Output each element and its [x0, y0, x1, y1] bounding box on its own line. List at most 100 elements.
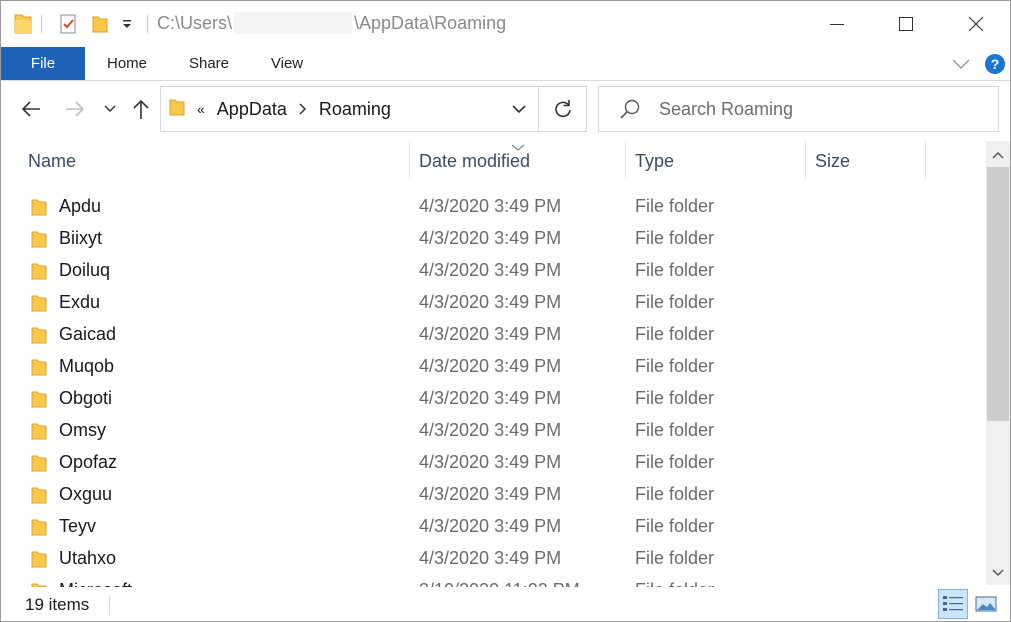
- recent-locations-button[interactable]: [101, 95, 119, 123]
- file-name[interactable]: Apdu: [59, 196, 101, 217]
- column-header-date-modified[interactable]: Date modified: [419, 139, 530, 181]
- folder-icon: [31, 197, 47, 222]
- details-view-icon: [943, 596, 963, 611]
- scroll-up-button[interactable]: [986, 143, 1010, 167]
- help-button[interactable]: ?: [984, 47, 1006, 80]
- file-date-modified: 4/3/2020 3:49 PM: [419, 548, 562, 568]
- arrow-up-icon: [133, 99, 149, 119]
- file-name[interactable]: Gaicad: [59, 324, 116, 345]
- expand-ribbon-button[interactable]: [951, 47, 971, 80]
- folder-icon: [31, 485, 47, 510]
- folder-icon: [31, 261, 47, 286]
- status-bar: 19 items: [1, 587, 1010, 621]
- column-divider[interactable]: [925, 141, 926, 179]
- file-type: File folder: [635, 292, 715, 312]
- file-date-modified: 4/3/2020 3:49 PM: [419, 516, 562, 536]
- file-row[interactable]: Muqob 4/3/2020 3:49 PM File folder: [1, 351, 985, 383]
- file-row[interactable]: Oxguu 4/3/2020 3:49 PM File folder: [1, 479, 985, 511]
- redacted-username: [234, 12, 353, 35]
- tab-file[interactable]: File: [1, 47, 85, 80]
- folder-icon: [169, 97, 185, 122]
- breadcrumb-overflow[interactable]: «: [197, 101, 205, 117]
- minimize-button[interactable]: [814, 1, 860, 47]
- file-row[interactable]: Omsy 4/3/2020 3:49 PM File folder: [1, 415, 985, 447]
- properties-icon[interactable]: [59, 11, 79, 37]
- chevron-down-icon: [992, 569, 1004, 577]
- breadcrumb: « AppData Roaming: [169, 87, 391, 131]
- vertical-scrollbar[interactable]: [986, 141, 1010, 585]
- breadcrumb-roaming[interactable]: Roaming: [319, 99, 391, 120]
- file-row[interactable]: Exdu 4/3/2020 3:49 PM File folder: [1, 287, 985, 319]
- file-name[interactable]: Teyv: [59, 516, 96, 537]
- folder-icon: [31, 389, 47, 414]
- title-path-suffix: \AppData\Roaming: [354, 12, 507, 33]
- file-name[interactable]: Obgoti: [59, 388, 112, 409]
- file-row[interactable]: Utahxo 4/3/2020 3:49 PM File folder: [1, 543, 985, 575]
- column-header-name[interactable]: Name: [28, 139, 76, 181]
- file-type: File folder: [635, 548, 715, 568]
- file-type: File folder: [635, 420, 715, 440]
- folder-icon: [31, 453, 47, 478]
- maximize-icon: [899, 17, 913, 31]
- scroll-down-button[interactable]: [986, 561, 1010, 585]
- search-icon: [619, 98, 641, 125]
- address-dropdown-button[interactable]: [512, 87, 526, 131]
- close-button[interactable]: [953, 1, 999, 47]
- tab-view[interactable]: View: [263, 47, 311, 80]
- tab-home[interactable]: Home: [97, 47, 157, 80]
- folder-icon: [31, 325, 47, 350]
- file-row[interactable]: Biixyt 4/3/2020 3:49 PM File folder: [1, 223, 985, 255]
- back-button[interactable]: [17, 95, 45, 123]
- column-divider[interactable]: [805, 141, 806, 179]
- refresh-icon: [554, 100, 571, 118]
- file-name[interactable]: Omsy: [59, 420, 106, 441]
- file-type: File folder: [635, 388, 715, 408]
- file-name[interactable]: Oxguu: [59, 484, 112, 505]
- folder-icon: [31, 229, 47, 254]
- file-date-modified: 4/3/2020 3:49 PM: [419, 292, 562, 312]
- file-type: File folder: [635, 484, 715, 504]
- file-name[interactable]: Muqob: [59, 356, 114, 377]
- file-name[interactable]: Exdu: [59, 292, 100, 313]
- forward-button[interactable]: [61, 95, 89, 123]
- file-row[interactable]: Apdu 4/3/2020 3:49 PM File folder: [1, 191, 985, 223]
- svg-text:?: ?: [991, 56, 1000, 72]
- column-divider[interactable]: [625, 141, 626, 179]
- file-row[interactable]: Gaicad 4/3/2020 3:49 PM File folder: [1, 319, 985, 351]
- file-name[interactable]: Opofaz: [59, 452, 117, 473]
- file-row[interactable]: Opofaz 4/3/2020 3:49 PM File folder: [1, 447, 985, 479]
- new-folder-icon[interactable]: [91, 11, 109, 37]
- file-date-modified: 4/3/2020 3:49 PM: [419, 484, 562, 504]
- file-date-modified: 4/3/2020 3:49 PM: [419, 388, 562, 408]
- chevron-up-icon: [992, 151, 1004, 159]
- file-name[interactable]: Doiluq: [59, 260, 110, 281]
- title-bar: C:\Users\ \AppData\Roaming: [1, 1, 1010, 47]
- tab-share[interactable]: Share: [181, 47, 237, 80]
- file-row[interactable]: Obgoti 4/3/2020 3:49 PM File folder: [1, 383, 985, 415]
- search-box[interactable]: Search Roaming: [598, 86, 999, 132]
- column-headers: Name Date modified Type Size: [1, 139, 985, 181]
- folder-icon: [31, 517, 47, 542]
- file-row[interactable]: Teyv 4/3/2020 3:49 PM File folder: [1, 511, 985, 543]
- qa-divider: [41, 15, 42, 33]
- column-divider[interactable]: [409, 141, 410, 179]
- file-name[interactable]: Biixyt: [59, 228, 102, 249]
- details-view-button[interactable]: [938, 589, 968, 619]
- large-icons-view-button[interactable]: [971, 589, 1001, 619]
- maximize-button[interactable]: [883, 1, 929, 47]
- file-row[interactable]: Doiluq 4/3/2020 3:49 PM File folder: [1, 255, 985, 287]
- search-input[interactable]: Search Roaming: [659, 87, 793, 131]
- breadcrumb-appdata[interactable]: AppData: [217, 99, 287, 120]
- column-header-type[interactable]: Type: [635, 139, 674, 181]
- file-name[interactable]: Utahxo: [59, 548, 116, 569]
- file-list: Apdu 4/3/2020 3:49 PM File folder Biixyt 4/3…: [1, 191, 985, 591]
- scrollbar-thumb[interactable]: [987, 167, 1009, 421]
- folder-icon: [31, 293, 47, 318]
- customize-quick-access-icon[interactable]: [121, 11, 133, 37]
- file-type: File folder: [635, 516, 715, 536]
- refresh-button[interactable]: [538, 86, 587, 132]
- up-button[interactable]: [129, 95, 153, 123]
- chevron-right-icon[interactable]: [299, 99, 307, 120]
- column-header-size[interactable]: Size: [815, 139, 850, 181]
- address-bar[interactable]: « AppData Roaming: [160, 86, 538, 132]
